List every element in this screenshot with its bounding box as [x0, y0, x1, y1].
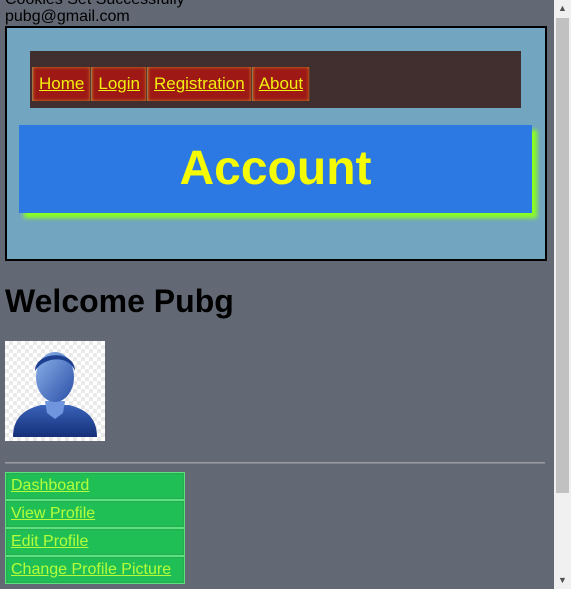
scrollbar-thumb[interactable] — [556, 18, 569, 493]
page-banner-title: Account — [19, 125, 532, 213]
user-email: pubg@gmail.com — [5, 8, 130, 25]
menu-item-view-profile[interactable]: View Profile — [5, 500, 185, 528]
site-header: Home Login Registration About Account — [5, 26, 547, 261]
nav-item-home[interactable]: Home — [32, 67, 92, 101]
nav-menu: Home Login Registration About — [32, 67, 311, 101]
menu-item-edit-profile[interactable]: Edit Profile — [5, 528, 185, 556]
welcome-heading: Welcome Pubg — [5, 283, 234, 319]
chevron-up-icon[interactable]: ▲ — [554, 0, 571, 17]
nav-item-registration[interactable]: Registration — [146, 67, 252, 101]
menu-item-change-profile-picture[interactable]: Change Profile Picture — [5, 556, 185, 584]
page-viewport: Cookies Set Successfully pubg@gmail.com … — [0, 0, 554, 589]
user-avatar-icon — [5, 341, 105, 441]
section-divider — [5, 462, 545, 464]
nav-item-login[interactable]: Login — [91, 67, 147, 101]
menu-item-dashboard[interactable]: Dashboard — [5, 472, 185, 500]
vertical-scrollbar[interactable]: ▲ ▼ — [554, 0, 571, 589]
chevron-down-icon[interactable]: ▼ — [554, 572, 571, 589]
account-menu: Dashboard View Profile Edit Profile Chan… — [5, 472, 185, 584]
navbar: Home Login Registration About — [30, 51, 521, 108]
nav-item-about[interactable]: About — [251, 67, 311, 101]
